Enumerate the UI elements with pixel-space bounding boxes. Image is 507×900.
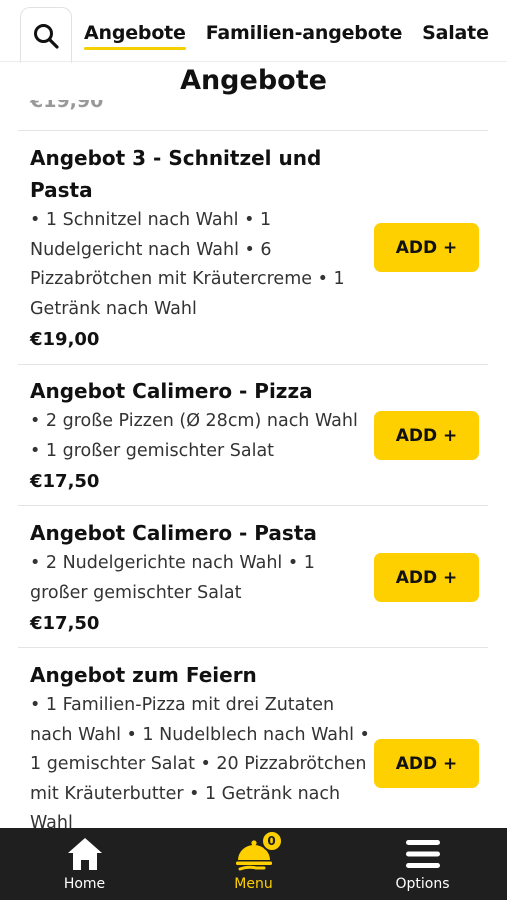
cart-count-badge: 0	[260, 830, 283, 852]
nav-options-label: Options	[395, 876, 450, 892]
add-button[interactable]: ADD +	[374, 411, 479, 460]
item-description: • 1 Schnitzel nach Wahl • 1 Nudelgericht…	[30, 210, 345, 319]
add-button[interactable]: ADD +	[374, 223, 479, 272]
menu-list[interactable]: €19,90 Angebot 3 - Schnitzel und Pasta •…	[0, 62, 507, 828]
item-price: €17,50	[30, 471, 100, 492]
item-title: Angebot zum Feiern	[30, 663, 257, 687]
divider	[18, 647, 488, 648]
nav-menu-label: Menu	[234, 876, 273, 892]
category-tabs: Angebote Familien-angebote Salate G	[84, 22, 507, 50]
search-button[interactable]	[20, 7, 72, 63]
nav-menu[interactable]: 0 Menu	[169, 828, 338, 900]
divider	[18, 130, 488, 131]
item-title: Angebot Calimero - Pasta	[30, 521, 317, 545]
divider	[0, 61, 507, 62]
nav-home-label: Home	[63, 876, 106, 892]
tab-angebote[interactable]: Angebote	[84, 22, 186, 50]
item-title: Angebot 3 - Schnitzel und Pasta	[30, 146, 322, 202]
item-price: €17,50	[30, 613, 100, 634]
item-description: • 2 Nudelgerichte nach Wahl • 1 großer g…	[30, 553, 315, 603]
bottom-navigation: Home 0 Menu Options	[0, 828, 507, 900]
tab-familien-angebote[interactable]: Familien-angebote	[206, 22, 403, 44]
add-button[interactable]: ADD +	[374, 553, 479, 602]
nav-options[interactable]: Options	[338, 828, 507, 900]
item-title: Angebot Calimero - Pizza	[30, 379, 313, 403]
item-description: • 2 große Pizzen (Ø 28cm) nach Wahl • 1 …	[30, 411, 358, 461]
item-price: €19,00	[30, 329, 100, 350]
item-description: • 1 Familien-Pizza mit drei Zutaten nach…	[30, 695, 370, 828]
divider	[18, 364, 488, 365]
hamburger-icon	[405, 840, 440, 868]
home-icon	[67, 838, 102, 870]
divider	[18, 505, 488, 506]
add-button[interactable]: ADD +	[374, 739, 479, 788]
nav-home[interactable]: Home	[0, 828, 169, 900]
tab-salate[interactable]: Salate	[422, 22, 489, 44]
page-title: Angebote	[0, 64, 507, 100]
search-icon	[34, 23, 59, 49]
category-bar: Angebote Familien-angebote Salate G	[0, 0, 507, 63]
